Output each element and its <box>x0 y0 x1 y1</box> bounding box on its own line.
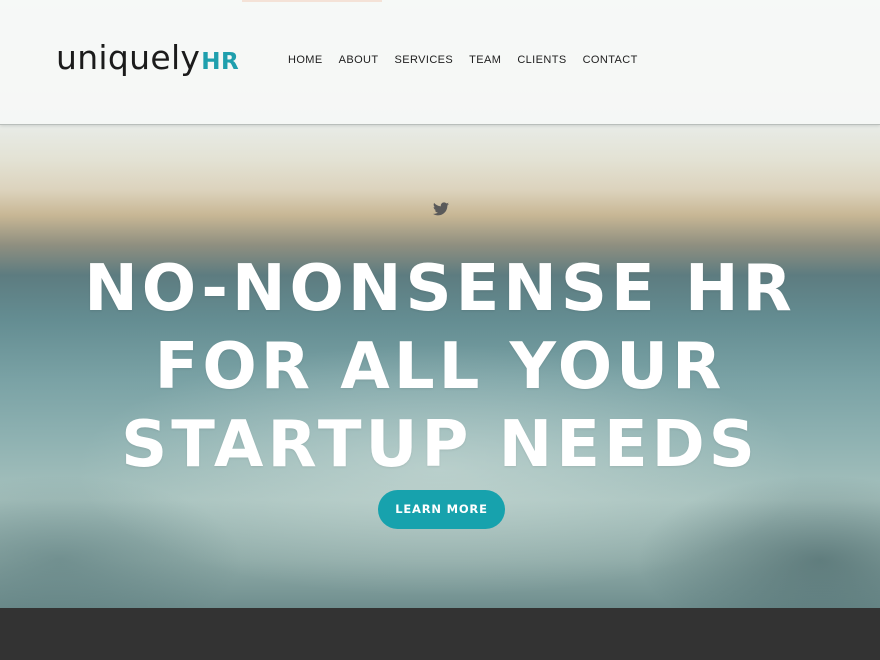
twitter-icon[interactable] <box>433 202 449 216</box>
footer-band <box>0 608 880 660</box>
logo-text: uniquely <box>56 38 201 77</box>
nav-about[interactable]: ABOUT <box>339 52 379 68</box>
nav-team[interactable]: TEAM <box>469 52 501 68</box>
site-header: uniquely HR HOME ABOUT SERVICES TEAM CLI… <box>0 0 880 125</box>
nav-contact[interactable]: CONTACT <box>583 52 638 68</box>
learn-more-button[interactable]: LEARN MORE <box>378 490 505 529</box>
logo[interactable]: uniquely HR <box>56 38 239 86</box>
page: uniquely HR HOME ABOUT SERVICES TEAM CLI… <box>0 0 880 660</box>
main-nav: HOME ABOUT SERVICES TEAM CLIENTS CONTACT <box>288 52 654 68</box>
nav-services[interactable]: SERVICES <box>395 52 454 68</box>
hero-headline: NO-NONSENSE HR FOR ALL YOUR STARTUP NEED… <box>0 250 880 484</box>
logo-accent-text: HR <box>201 49 240 75</box>
headline-line-1: NO-NONSENSE HR <box>84 252 796 326</box>
nav-home[interactable]: HOME <box>288 52 323 68</box>
headline-line-2: FOR ALL YOUR <box>154 330 726 404</box>
headline-line-3: STARTUP NEEDS <box>121 408 759 482</box>
nav-clients[interactable]: CLIENTS <box>517 52 566 68</box>
